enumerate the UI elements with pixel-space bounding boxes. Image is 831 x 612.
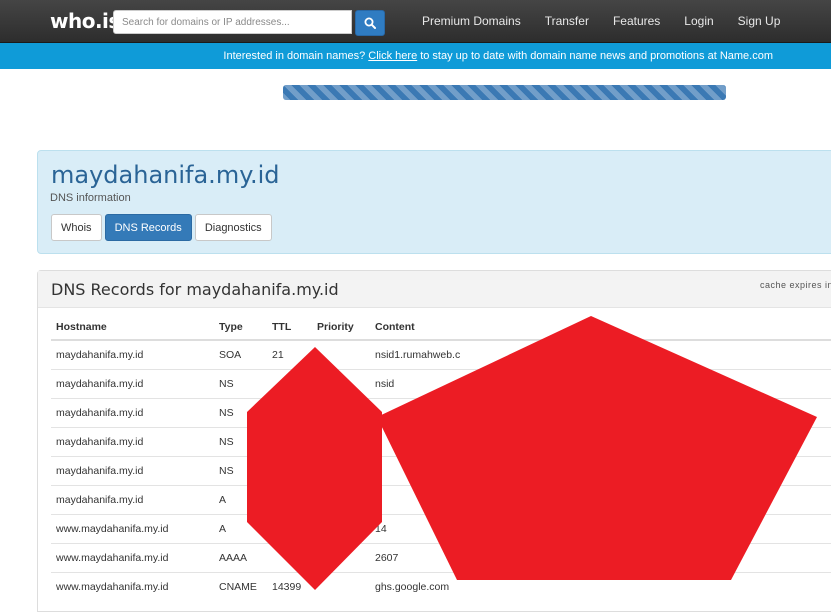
cell-type: NS (214, 369, 267, 399)
site-logo[interactable]: who.is (50, 9, 120, 33)
dns-records-body: maydahanifa.my.id SOA 21 nsid1.rumahweb.c ma… (51, 339, 831, 601)
cell-hostname: www.maydahanifa.my.id (51, 543, 214, 573)
top-navbar: who.is Premium Domains Transfer Features… (0, 0, 831, 43)
cell-type: SOA (214, 339, 267, 370)
loading-progress-bar (283, 85, 726, 100)
cell-priority (312, 427, 370, 457)
cell-content (370, 398, 831, 428)
cell-hostname: maydahanifa.my.id (51, 398, 214, 428)
cell-content (370, 485, 831, 515)
tab-diagnostics[interactable]: Diagnostics (194, 214, 272, 241)
table-row: maydahanifa.my.id NS (51, 456, 831, 486)
cell-ttl (267, 456, 312, 486)
table-row: www.maydahanifa.my.id A 14 (51, 514, 831, 544)
cell-type: A (214, 514, 267, 544)
cell-content: 14 (370, 514, 831, 544)
nav-sign-up[interactable]: Sign Up (726, 14, 793, 28)
cell-priority (312, 369, 370, 399)
cell-priority (312, 543, 370, 573)
column-header-ttl: TTL (267, 315, 312, 341)
column-header-type: Type (214, 315, 267, 341)
cache-note: cache expires in (760, 280, 831, 290)
table-header-row: Hostname Type TTL Priority Content (51, 315, 831, 341)
cell-content (370, 427, 831, 457)
table-row: www.maydahanifa.my.id AAAA 2607 (51, 543, 831, 573)
search-input[interactable] (113, 10, 352, 34)
column-header-hostname: Hostname (51, 315, 214, 341)
progress-fill (283, 85, 726, 100)
nav-features[interactable]: Features (601, 14, 672, 28)
domain-tabs: Whois DNS Records Diagnostics (51, 214, 272, 241)
promo-banner: Interested in domain names? Click here t… (0, 43, 831, 69)
dns-records-table: Hostname Type TTL Priority Content mayda… (51, 315, 831, 601)
cell-ttl (267, 543, 312, 573)
cell-hostname: maydahanifa.my.id (51, 339, 214, 370)
cell-priority (312, 456, 370, 486)
dns-records-panel: DNS Records for maydahanifa.my.id cache … (37, 270, 831, 612)
table-row: maydahanifa.my.id A (51, 485, 831, 515)
cell-hostname: maydahanifa.my.id (51, 369, 214, 399)
cell-content: nsid (370, 369, 831, 399)
nav-links: Premium Domains Transfer Features Login … (410, 0, 792, 42)
table-row: maydahanifa.my.id NS (51, 398, 831, 428)
cell-priority (312, 339, 370, 370)
cell-priority (312, 485, 370, 515)
records-header: DNS Records for maydahanifa.my.id cache … (38, 271, 831, 308)
cell-content: 2607 (370, 543, 831, 573)
cell-ttl (267, 427, 312, 457)
cell-hostname: maydahanifa.my.id (51, 456, 214, 486)
domain-header-panel: maydahanifa.my.id DNS information Whois … (37, 150, 831, 254)
banner-text-after: to stay up to date with domain name news… (420, 50, 773, 62)
nav-login[interactable]: Login (672, 14, 725, 28)
cell-ttl (267, 369, 312, 399)
tab-whois[interactable]: Whois (51, 214, 102, 241)
cell-content: nsid1.rumahweb.c (370, 339, 831, 370)
table-row: maydahanifa.my.id NS (51, 427, 831, 457)
cell-hostname: maydahanifa.my.id (51, 427, 214, 457)
cell-type: NS (214, 456, 267, 486)
records-title: DNS Records for maydahanifa.my.id (51, 280, 339, 299)
banner-link[interactable]: Click here (368, 50, 417, 62)
nav-premium-domains[interactable]: Premium Domains (410, 14, 533, 28)
tab-dns-records[interactable]: DNS Records (104, 214, 192, 241)
banner-text-before: Interested in domain names? (223, 50, 366, 62)
cell-type: NS (214, 398, 267, 428)
cell-hostname: www.maydahanifa.my.id (51, 514, 214, 544)
search-icon (364, 17, 376, 29)
cell-ttl (267, 485, 312, 515)
cell-ttl (267, 398, 312, 428)
cell-ttl (267, 514, 312, 544)
cell-priority (312, 514, 370, 544)
cell-priority (312, 398, 370, 428)
cell-content (370, 456, 831, 486)
domain-title: maydahanifa.my.id (51, 161, 280, 189)
cell-type: NS (214, 427, 267, 457)
cell-type: A (214, 485, 267, 515)
domain-subtitle: DNS information (50, 192, 131, 204)
table-row: maydahanifa.my.id SOA 21 nsid1.rumahweb.c (51, 339, 831, 370)
table-row: maydahanifa.my.id NS nsid (51, 369, 831, 399)
nav-transfer[interactable]: Transfer (533, 14, 601, 28)
cell-type: AAAA (214, 543, 267, 573)
column-header-content: Content (370, 315, 831, 341)
search-button[interactable] (355, 10, 385, 36)
cell-ttl: 21 (267, 339, 312, 370)
cell-hostname: maydahanifa.my.id (51, 485, 214, 515)
column-header-priority: Priority (312, 315, 370, 341)
